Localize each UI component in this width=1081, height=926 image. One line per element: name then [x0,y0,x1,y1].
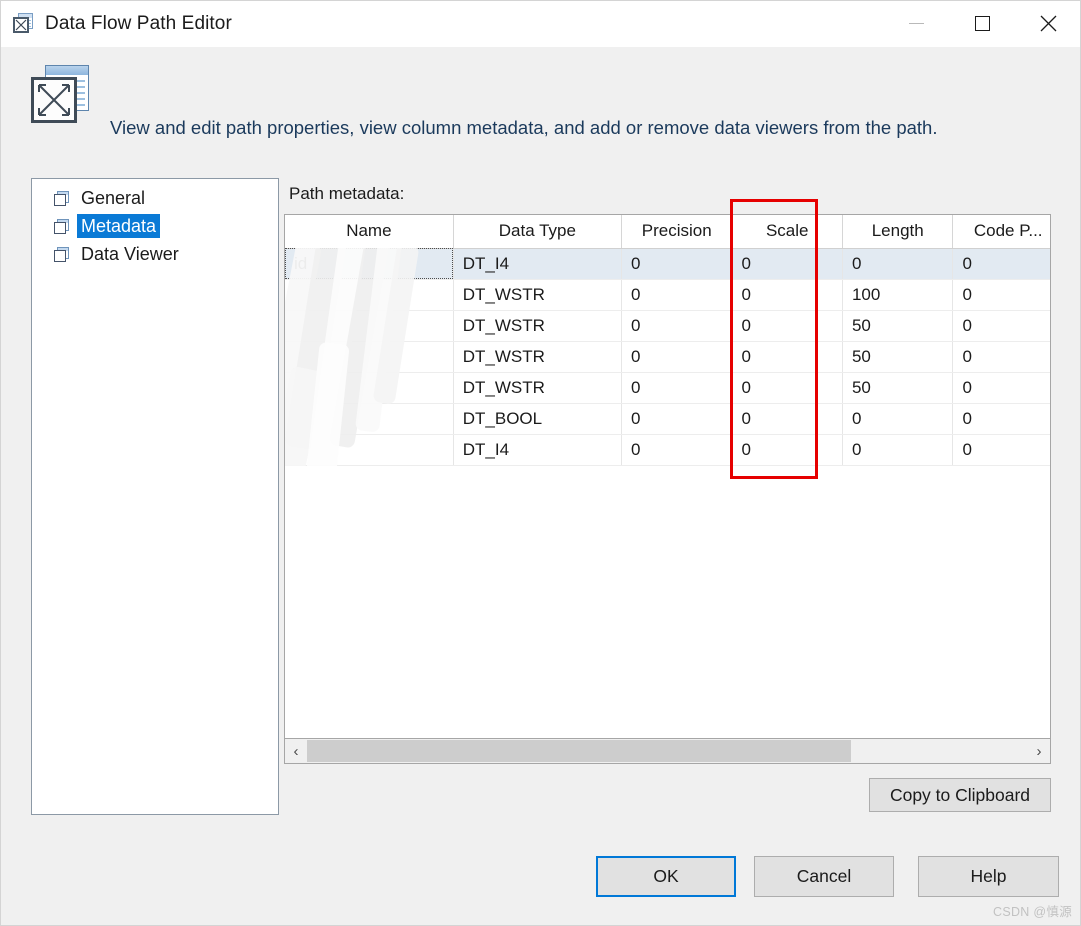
window-title: Data Flow Path Editor [45,12,232,34]
page-icon [54,246,70,262]
cell-data-type[interactable]: DT_BOOL [453,403,623,435]
header-band: View and edit path properties, view colu… [0,47,1081,147]
cell-name[interactable] [285,403,454,435]
table-row[interactable]: DT_WSTR 0 0 50 0 0 [285,341,1050,373]
path-editor-large-icon [31,65,89,123]
window-controls [883,0,1081,47]
cell-scale[interactable]: 0 [731,372,843,404]
close-button[interactable] [1015,0,1081,47]
column-header-name[interactable]: Name [285,215,454,249]
cell-code-page[interactable]: 0 [952,372,1050,404]
cell-scale[interactable]: 0 [731,279,843,311]
cell-scale[interactable]: 0 [731,310,843,342]
column-header-scale[interactable]: Scale [731,215,843,249]
table-header-row: Name Data Type Precision Scale Length Co… [285,215,1050,249]
cell-code-page[interactable]: 0 [952,279,1050,311]
cell-data-type[interactable]: DT_I4 [453,434,623,466]
data-flow-path-icon [13,13,34,34]
scroll-left-arrow-icon[interactable]: ‹ [285,739,307,763]
cell-name[interactable] [285,434,454,466]
scroll-right-arrow-icon[interactable]: › [1028,739,1050,763]
cell-scale[interactable]: 0 [731,434,843,466]
cell-precision[interactable]: 0 [621,248,733,280]
cell-length[interactable]: 50 [842,372,954,404]
cell-precision[interactable]: 0 [621,310,733,342]
cell-name[interactable] [285,279,454,311]
watermark: CSDN @慎源 [993,905,1072,919]
cell-length[interactable]: 0 [842,434,954,466]
sidebar-item-label: General [81,188,146,208]
table-row[interactable]: DT_WSTR 0 0 100 0 0 [285,279,1050,311]
cell-length[interactable]: 0 [842,248,954,280]
cell-name[interactable] [285,310,454,342]
cell-name[interactable] [285,372,454,404]
table-row[interactable]: DT_BOOL 0 0 0 0 0 [285,403,1050,435]
table-body: id DT_I4 0 0 0 0 0 DT_WSTR 0 0 100 0 0 [285,248,1050,466]
copy-to-clipboard-button[interactable]: Copy to Clipboard [869,778,1051,812]
cell-data-type[interactable]: DT_WSTR [453,372,623,404]
cell-length[interactable]: 50 [842,310,954,342]
title-bar: Data Flow Path Editor [0,0,1081,47]
sidebar-item-general[interactable]: General [32,185,278,211]
horizontal-scrollbar[interactable]: ‹ › [284,738,1051,764]
cell-precision[interactable]: 0 [621,372,733,404]
cancel-button[interactable]: Cancel [754,856,894,897]
metadata-grid: Name Data Type Precision Scale Length Co… [284,214,1051,738]
sidebar-item-metadata[interactable]: Metadata [32,213,278,239]
table-row[interactable]: DT_WSTR 0 0 50 0 0 [285,372,1050,404]
help-button[interactable]: Help [918,856,1059,897]
table-row[interactable]: id DT_I4 0 0 0 0 0 [285,248,1050,280]
scrollbar-track[interactable] [307,739,1028,763]
cell-scale[interactable]: 0 [731,403,843,435]
cell-name[interactable]: id [285,248,454,280]
column-header-code-page[interactable]: Code P... [952,215,1050,249]
column-header-precision[interactable]: Precision [621,215,733,249]
cell-code-page[interactable]: 0 [952,248,1050,280]
column-header-length[interactable]: Length [842,215,954,249]
sidebar-item-label: Metadata [77,214,161,238]
sidebar-panel: General Metadata Data Viewer [31,178,279,815]
maximize-button[interactable] [949,0,1015,47]
cell-length[interactable]: 0 [842,403,954,435]
ok-button[interactable]: OK [596,856,736,897]
path-metadata-label: Path metadata: [289,184,405,203]
cell-data-type[interactable]: DT_I4 [453,248,623,280]
table-row[interactable]: DT_I4 0 0 0 0 0 [285,434,1050,466]
cell-code-page[interactable]: 0 [952,434,1050,466]
cell-scale[interactable]: 0 [731,341,843,373]
cell-precision[interactable]: 0 [621,279,733,311]
header-description: View and edit path properties, view colu… [110,117,938,138]
cell-code-page[interactable]: 0 [952,310,1050,342]
cell-code-page[interactable]: 0 [952,403,1050,435]
cell-precision[interactable]: 0 [621,434,733,466]
cell-precision[interactable]: 0 [621,341,733,373]
cell-length[interactable]: 50 [842,341,954,373]
table-row[interactable]: DT_WSTR 0 0 50 0 0 [285,310,1050,342]
minimize-button[interactable] [883,0,949,47]
cell-precision[interactable]: 0 [621,403,733,435]
sidebar-item-data-viewer[interactable]: Data Viewer [32,241,278,267]
cell-data-type[interactable]: DT_WSTR [453,310,623,342]
scrollbar-thumb[interactable] [307,740,852,762]
cell-data-type[interactable]: DT_WSTR [453,279,623,311]
cell-length[interactable]: 100 [842,279,954,311]
cell-data-type[interactable]: DT_WSTR [453,341,623,373]
cell-code-page[interactable]: 0 [952,341,1050,373]
cell-name[interactable] [285,341,454,373]
column-header-data-type[interactable]: Data Type [453,215,623,249]
cell-scale[interactable]: 0 [731,248,843,280]
page-icon [54,218,70,234]
page-icon [54,190,70,206]
close-icon [1040,15,1056,32]
sidebar-item-label: Data Viewer [81,244,179,264]
